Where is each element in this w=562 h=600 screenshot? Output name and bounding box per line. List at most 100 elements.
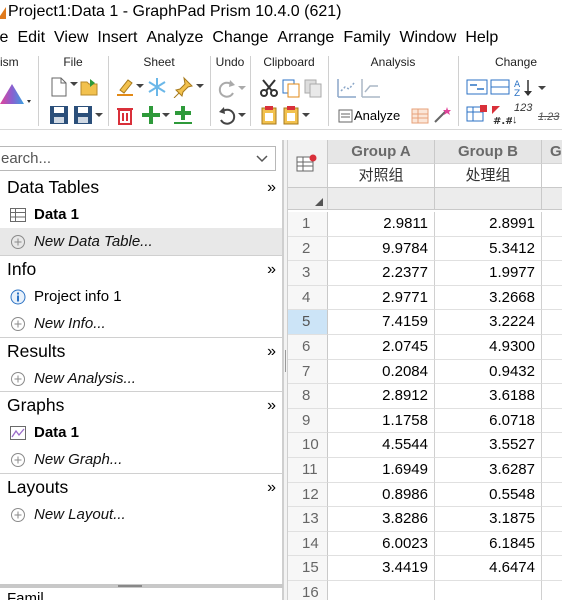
data-cell-partial[interactable]: [542, 261, 562, 286]
data-cell-group-b[interactable]: 3.2224: [435, 310, 542, 335]
paste-special-icon[interactable]: [302, 77, 324, 99]
decimal-format-alt-icon[interactable]: 1.23: [538, 107, 559, 125]
data-cell-group-b[interactable]: 3.6188: [435, 384, 542, 409]
analysis-chart-icon[interactable]: [360, 77, 382, 99]
dropdown-arrow-icon[interactable]: [95, 111, 103, 119]
data-cell-group-b[interactable]: 4.6474: [435, 556, 542, 581]
snowflake-icon[interactable]: [146, 76, 168, 98]
menu-item-analyze[interactable]: Analyze: [142, 29, 207, 47]
data-cell-group-b[interactable]: 6.1845: [435, 531, 542, 557]
dropdown-arrow-icon[interactable]: [136, 82, 144, 90]
data-cell-group-b[interactable]: 1.9977: [435, 261, 542, 286]
row-number[interactable]: 2: [288, 236, 328, 262]
menu-item-change[interactable]: Change: [208, 29, 272, 47]
column-subtitle-group-b[interactable]: 处理组: [435, 164, 542, 188]
data-cell-partial[interactable]: [542, 556, 562, 581]
dropdown-arrow-icon[interactable]: [538, 84, 546, 92]
save-icon[interactable]: [48, 104, 70, 126]
row-number[interactable]: 14: [288, 531, 328, 557]
nav-item[interactable]: Project info 1: [0, 283, 282, 310]
data-cell-group-b[interactable]: 3.2668: [435, 285, 542, 311]
data-cell-group-b[interactable]: 0.5548: [435, 482, 542, 508]
dropdown-arrow-icon[interactable]: [70, 80, 78, 88]
column-header-partial[interactable]: G: [542, 140, 562, 164]
data-cell-partial[interactable]: [542, 458, 562, 483]
data-cell-partial[interactable]: [542, 360, 562, 385]
nav-item[interactable]: New Info...: [0, 310, 282, 337]
expand-chevron-icon[interactable]: »: [267, 397, 276, 415]
data-cell-group-b[interactable]: [435, 581, 542, 600]
data-cell-group-a[interactable]: 2.2377: [328, 261, 435, 286]
insert-row-icon[interactable]: [172, 104, 194, 126]
x-column-cell[interactable]: [328, 188, 435, 210]
highlighter-icon[interactable]: [114, 76, 136, 98]
nav-section-header[interactable]: Layouts »: [0, 474, 282, 501]
nav-item[interactable]: New Layout...: [0, 501, 282, 528]
expand-chevron-icon[interactable]: »: [267, 179, 276, 197]
row-number[interactable]: 5: [288, 310, 328, 335]
data-cell-partial[interactable]: [542, 409, 562, 434]
magic-wand-icon[interactable]: [432, 105, 452, 125]
dropdown-arrow-icon[interactable]: [238, 84, 246, 92]
nav-item[interactable]: New Data Table...: [0, 228, 282, 255]
data-cell-group-a[interactable]: 2.0745: [328, 335, 435, 360]
row-number[interactable]: 4: [288, 285, 328, 311]
row-number[interactable]: 3: [288, 261, 328, 286]
dropdown-arrow-icon[interactable]: [196, 82, 204, 90]
row-number[interactable]: 15: [288, 556, 328, 581]
data-cell-group-a[interactable]: 2.9771: [328, 285, 435, 311]
copy-icon[interactable]: [280, 77, 302, 99]
analysis-chart-icon[interactable]: [336, 77, 358, 99]
menu-item-help[interactable]: Help: [461, 29, 502, 47]
data-cell-group-a[interactable]: [328, 581, 435, 600]
paste-icon[interactable]: [258, 104, 280, 126]
row-number[interactable]: 13: [288, 507, 328, 532]
chevron-down-icon[interactable]: [255, 151, 269, 165]
expand-chevron-icon[interactable]: »: [267, 479, 276, 497]
column-subtitle-group-a[interactable]: 对照组: [328, 164, 435, 188]
search-input[interactable]: earch...: [0, 146, 276, 171]
row-number[interactable]: 12: [288, 482, 328, 508]
menu-item-edit[interactable]: Edit: [13, 29, 49, 47]
column-header-group-b[interactable]: Group B: [435, 140, 542, 164]
data-cell-group-b[interactable]: 3.1875: [435, 507, 542, 532]
data-cell-partial[interactable]: [542, 507, 562, 532]
redo-icon[interactable]: [216, 77, 238, 99]
table-settings-icon[interactable]: [296, 154, 318, 174]
open-file-icon[interactable]: [78, 76, 100, 98]
data-cell-group-b[interactable]: 5.3412: [435, 236, 542, 262]
row-number[interactable]: 10: [288, 433, 328, 458]
paste-link-icon[interactable]: [280, 104, 302, 126]
data-cell-partial[interactable]: [542, 384, 562, 409]
nav-section-header[interactable]: Graphs »: [0, 392, 282, 419]
column-subtitle-partial[interactable]: [542, 164, 562, 188]
data-cell-group-a[interactable]: 2.9811: [328, 212, 435, 237]
row-number[interactable]: 11: [288, 458, 328, 483]
data-cell-group-b[interactable]: 3.6287: [435, 458, 542, 483]
menu-item-le[interactable]: le: [0, 29, 12, 47]
dropdown-arrow-icon[interactable]: [162, 111, 170, 119]
delete-sheet-icon[interactable]: [114, 104, 136, 126]
data-cell-group-b[interactable]: 2.8991: [435, 212, 542, 237]
sort-ascending-icon[interactable]: AZ: [512, 78, 534, 98]
row-number[interactable]: 16: [288, 581, 328, 600]
data-cell-group-a[interactable]: 1.1758: [328, 408, 435, 434]
swap-columns-icon[interactable]: [466, 78, 488, 96]
data-cell-partial[interactable]: [542, 286, 562, 311]
undo-icon[interactable]: [216, 104, 238, 126]
nav-item[interactable]: Data 1: [0, 419, 282, 446]
data-cell-group-a[interactable]: 0.2084: [328, 359, 435, 385]
menu-item-arrange[interactable]: Arrange: [273, 29, 338, 47]
data-cell-partial[interactable]: [542, 310, 562, 335]
row-number[interactable]: 9: [288, 408, 328, 434]
row-number[interactable]: 8: [288, 384, 328, 409]
pin-icon[interactable]: [172, 76, 194, 98]
data-cell-group-a[interactable]: 9.9784: [328, 236, 435, 262]
row-number[interactable]: 7: [288, 359, 328, 385]
prism-logo-icon[interactable]: [0, 80, 36, 110]
cut-icon[interactable]: [258, 77, 280, 99]
data-cell-partial[interactable]: [542, 237, 562, 262]
transpose-icon[interactable]: [490, 78, 510, 96]
data-cell-partial[interactable]: [542, 483, 562, 508]
menu-item-family[interactable]: Family: [339, 29, 394, 47]
